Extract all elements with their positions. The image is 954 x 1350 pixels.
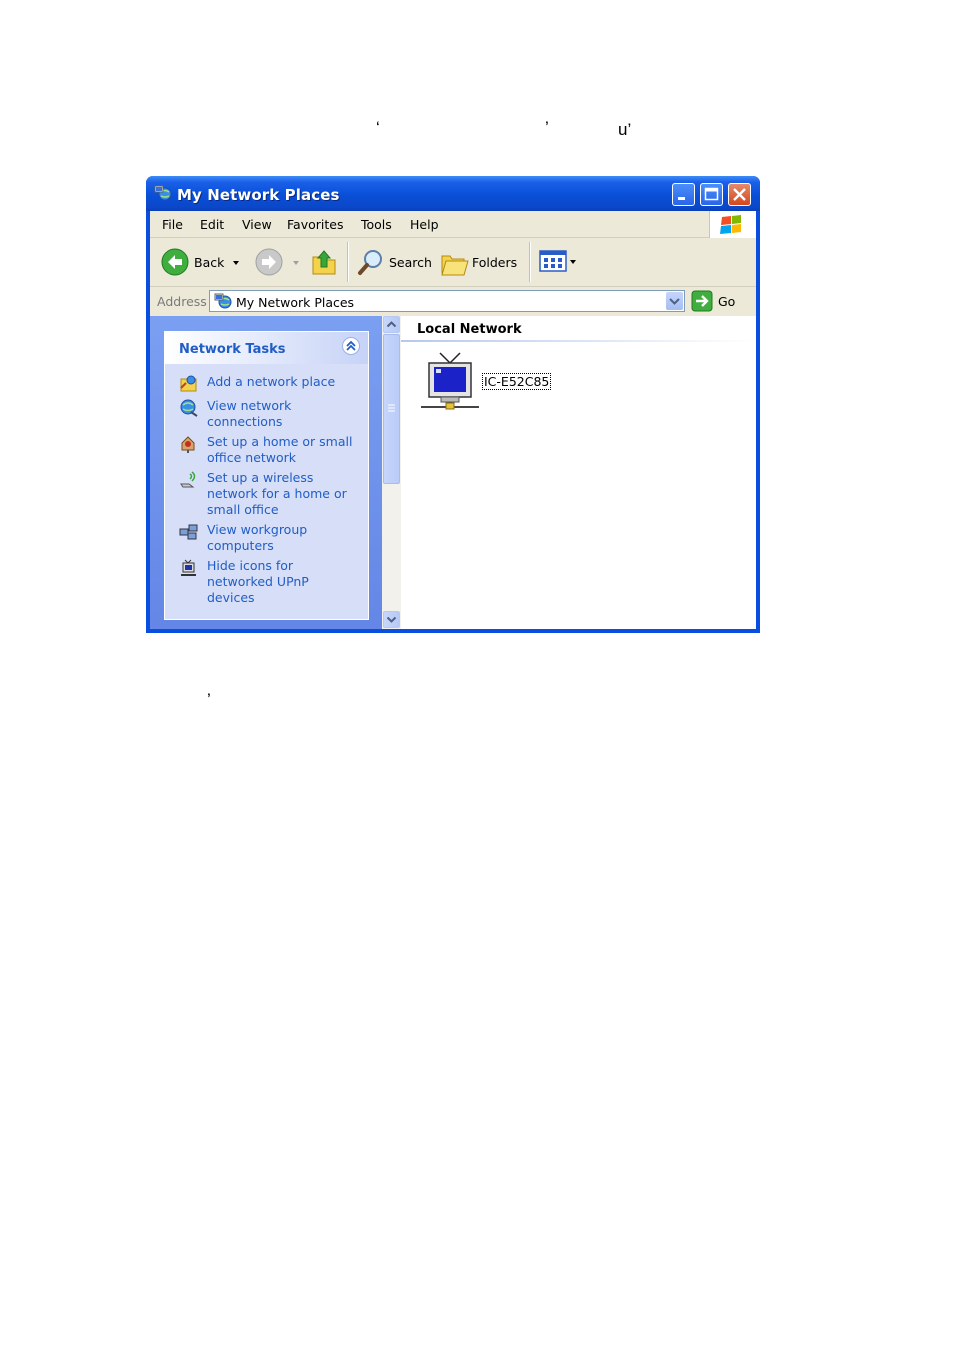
go-button[interactable]: Go <box>691 290 751 312</box>
upnp-device-icon <box>181 559 196 576</box>
folders-button[interactable]: Folders <box>440 244 520 280</box>
go-arrow-icon <box>691 290 713 312</box>
back-button[interactable]: Back <box>158 244 248 280</box>
menu-view[interactable]: View <box>242 217 272 232</box>
workgroup-icon <box>179 524 198 540</box>
up-folder-button[interactable] <box>310 244 340 280</box>
network-device-icon <box>421 352 479 410</box>
search-label: Search <box>389 255 432 270</box>
chevron-down-icon <box>669 298 680 305</box>
network-places-icon <box>154 185 172 201</box>
menu-tools[interactable]: Tools <box>361 217 392 232</box>
address-dropdown-button[interactable] <box>666 292 683 310</box>
windows-flag-icon <box>720 215 741 234</box>
address-bar: Address My Network Places Go <box>150 287 756 316</box>
network-connections-icon <box>180 399 198 417</box>
title-bar[interactable]: My Network Places <box>146 176 760 211</box>
window-body: Network Tasks Add a network place View n… <box>150 316 756 629</box>
network-device-label: IC-E52C85 <box>482 373 552 390</box>
folders-label: Folders <box>472 255 518 270</box>
network-tasks-title: Network Tasks <box>179 342 286 357</box>
network-tasks-header[interactable]: Network Tasks <box>165 332 368 364</box>
task-hide-upnp-icons[interactable]: Hide icons for networked UPnP devices <box>207 558 357 606</box>
wireless-network-icon <box>180 471 196 488</box>
task-pane-scrollbar[interactable] <box>382 316 401 629</box>
close-button[interactable] <box>728 183 751 206</box>
menu-file[interactable]: File <box>162 217 183 232</box>
forward-arrow-icon <box>255 248 283 276</box>
up-folder-icon <box>312 250 336 275</box>
minimize-button[interactable] <box>672 183 695 206</box>
chevron-up-double-icon <box>346 340 356 351</box>
close-icon <box>733 188 746 201</box>
chevron-up-icon <box>386 321 397 328</box>
folders-icon <box>441 255 469 276</box>
address-value: My Network Places <box>236 295 355 310</box>
standard-toolbar: Back Search Folders <box>150 238 756 287</box>
grip-icon <box>388 404 395 412</box>
menu-bar: File Edit View Favorites Tools Help <box>150 211 756 238</box>
network-device-item[interactable]: IC-E52C85 <box>401 316 571 421</box>
menu-edit[interactable]: Edit <box>200 217 224 232</box>
views-icon <box>539 250 576 272</box>
task-view-workgroup-computers[interactable]: View workgroup computers <box>207 522 357 554</box>
chevron-down-icon[interactable] <box>232 260 240 266</box>
search-button[interactable]: Search <box>354 244 432 280</box>
task-view-network-connections[interactable]: View network connections <box>207 398 357 430</box>
maximize-button[interactable] <box>700 183 723 206</box>
scrollbar-thumb[interactable] <box>383 334 400 484</box>
address-label: Address <box>157 294 207 309</box>
minimize-icon <box>678 197 685 200</box>
task-pane: Network Tasks Add a network place View n… <box>150 316 382 629</box>
stray-mark-2: ’ <box>545 118 549 137</box>
stray-mark-1: ‘ <box>376 118 380 137</box>
maximize-icon <box>704 187 719 201</box>
forward-button[interactable] <box>254 244 302 280</box>
task-setup-wireless-network[interactable]: Set up a wireless network for a home or … <box>207 470 357 518</box>
back-arrow-icon <box>161 248 189 276</box>
network-places-icon <box>214 293 232 309</box>
window-title: My Network Places <box>177 186 340 204</box>
add-network-place-icon <box>180 375 197 392</box>
menu-favorites[interactable]: Favorites <box>287 217 343 232</box>
task-setup-home-network[interactable]: Set up a home or small office network <box>207 434 357 466</box>
search-icon <box>358 250 382 275</box>
toolbar-separator <box>529 242 531 282</box>
file-list-pane: Local Network IC-E52C85 <box>401 316 756 629</box>
collapse-button[interactable] <box>342 337 360 355</box>
toolbar-separator <box>347 242 349 282</box>
chevron-down-icon <box>293 261 299 265</box>
scroll-down-button[interactable] <box>383 611 400 628</box>
scroll-up-button[interactable] <box>383 316 400 333</box>
windows-logo <box>709 211 756 238</box>
menu-help[interactable]: Help <box>410 217 439 232</box>
chevron-down-icon <box>386 616 397 623</box>
go-label: Go <box>718 294 736 309</box>
home-network-icon <box>181 436 195 453</box>
stray-mark-4: ’ <box>207 690 211 709</box>
stray-mark-3: u’ <box>618 120 632 139</box>
network-tasks-panel: Network Tasks Add a network place View n… <box>164 331 369 620</box>
explorer-window: My Network Places File Edit View Favorit… <box>146 176 760 633</box>
task-add-network-place[interactable]: Add a network place <box>207 374 357 390</box>
views-button[interactable] <box>536 246 580 278</box>
window-client: File Edit View Favorites Tools Help Back… <box>150 211 756 629</box>
address-field[interactable]: My Network Places <box>209 290 685 312</box>
back-label: Back <box>194 255 225 270</box>
